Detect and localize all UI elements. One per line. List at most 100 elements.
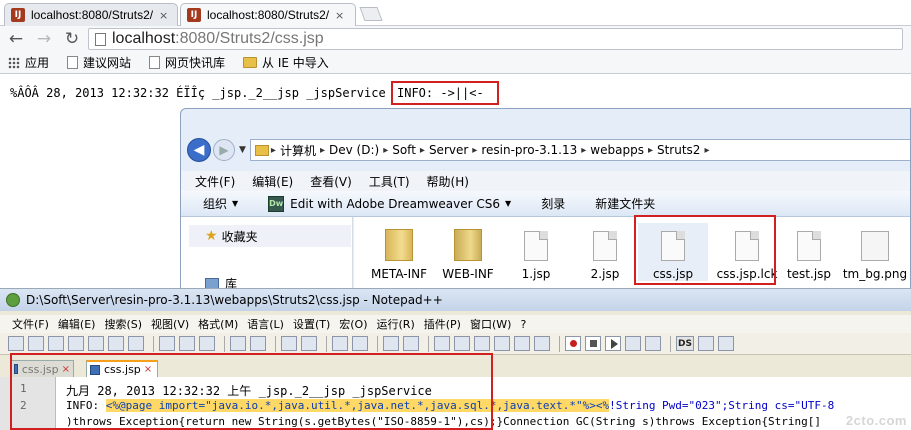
breadcrumb-item[interactable]: Server <box>429 143 468 157</box>
menu-edit[interactable]: 编辑(E) <box>58 316 96 332</box>
menu-edit[interactable]: 编辑(E) <box>252 173 293 190</box>
breadcrumb-item[interactable]: Soft <box>392 143 416 157</box>
menu-help[interactable]: ? <box>520 318 526 331</box>
explorer-back-button[interactable]: ◀ <box>187 138 211 162</box>
bookmark-label: 建议网站 <box>83 56 132 70</box>
file-item[interactable]: tm_bg.png <box>838 223 910 281</box>
new-file-icon[interactable] <box>8 336 24 351</box>
explorer-address-row: ◀ ▶ ▼ ▸ 计算机 ▸ Dev (D:) ▸ Soft ▸ Server ▸ res… <box>187 137 910 163</box>
breadcrumb-item[interactable]: resin-pro-3.1.13 <box>481 143 577 157</box>
bookmark-import-from-ie[interactable]: 从 IE 中导入 <box>243 54 329 71</box>
file-item[interactable]: WEB-INF <box>433 223 503 281</box>
menu-window[interactable]: 窗口(W) <box>470 316 511 332</box>
star-icon: ★ <box>205 228 218 244</box>
copy-icon[interactable] <box>179 336 195 351</box>
bookmark-web-slice-gallery[interactable]: 网页快讯库 <box>149 54 225 71</box>
bookmark-apps[interactable]: 应用 <box>8 54 49 71</box>
menu-tools[interactable]: 工具(T) <box>369 173 410 190</box>
play-macro-icon[interactable] <box>605 336 621 351</box>
new-folder-button[interactable]: 新建文件夹 <box>595 195 655 212</box>
ds-plugin-icon[interactable]: DS <box>676 336 694 351</box>
organize-button[interactable]: 组织 ▼ <box>203 195 238 212</box>
undo-icon[interactable] <box>230 336 246 351</box>
menu-run[interactable]: 运行(R) <box>377 316 415 332</box>
run-macro-multiple-icon[interactable] <box>625 336 641 351</box>
menu-language[interactable]: 语言(L) <box>247 316 284 332</box>
toolbar-separator <box>428 335 429 352</box>
paste-icon[interactable] <box>199 336 215 351</box>
word-wrap-icon[interactable] <box>434 336 450 351</box>
forward-button[interactable]: → <box>32 29 56 49</box>
chevron-down-icon: ▼ <box>505 199 512 208</box>
window-title: D:\Soft\Server\resin-pro-3.1.13\webapps\… <box>26 293 443 307</box>
replace-icon[interactable] <box>301 336 317 351</box>
files-highlight-box <box>634 215 776 285</box>
doc-map-icon[interactable] <box>514 336 530 351</box>
menu-plugins[interactable]: 插件(P) <box>424 316 461 332</box>
breadcrumb-item[interactable]: webapps <box>590 143 644 157</box>
edit-with-dreamweaver-button[interactable]: Dw Edit with Adobe Dreamweaver CS6 ▼ <box>268 195 512 212</box>
save-all-icon[interactable] <box>68 336 84 351</box>
plugin-icon[interactable] <box>698 336 714 351</box>
sync-scroll-icon[interactable] <box>383 336 399 351</box>
tab-close-icon[interactable]: × <box>335 9 344 22</box>
menu-settings[interactable]: 设置(T) <box>293 316 330 332</box>
menu-format[interactable]: 格式(M) <box>198 316 238 332</box>
file-item[interactable]: META-INF <box>364 223 434 281</box>
menu-search[interactable]: 搜索(S) <box>104 316 142 332</box>
address-bar[interactable]: localhost:8080/Struts2/css.jsp <box>88 28 903 50</box>
url-host: localhost <box>112 30 176 47</box>
save-icon[interactable] <box>48 336 64 351</box>
bookmark-suggested-sites[interactable]: 建议网站 <box>67 54 131 71</box>
intellij-favicon-icon: IJ <box>11 8 25 22</box>
new-tab-button[interactable] <box>359 7 383 21</box>
menu-view[interactable]: 查看(V) <box>310 173 352 190</box>
menu-file[interactable]: 文件(F) <box>12 316 49 332</box>
find-icon[interactable] <box>281 336 297 351</box>
menu-file[interactable]: 文件(F) <box>195 173 235 190</box>
file-name: tm_bg.png <box>842 267 908 281</box>
menu-help[interactable]: 帮助(H) <box>427 173 469 190</box>
indent-guide-icon[interactable] <box>474 336 490 351</box>
zoom-out-icon[interactable] <box>352 336 368 351</box>
bookmarks-bar: 应用 建议网站 网页快讯库 从 IE 中导入 <box>0 52 911 74</box>
page-icon <box>149 56 161 69</box>
save-macro-icon[interactable] <box>645 336 661 351</box>
recent-pages-chevron-icon[interactable]: ▼ <box>239 145 246 155</box>
redo-icon[interactable] <box>250 336 266 351</box>
record-macro-icon[interactable] <box>565 336 581 351</box>
explorer-forward-button[interactable]: ▶ <box>213 139 235 161</box>
page-output-line: %ÂÔÂ 28, 2013 12:32:32 ÉÏÎç _jsp._2__jsp… <box>10 81 499 105</box>
cut-icon[interactable] <box>159 336 175 351</box>
breadcrumb-item[interactable]: Dev (D:) <box>329 143 379 157</box>
close-all-icon[interactable] <box>108 336 124 351</box>
file-item[interactable]: test.jsp <box>774 223 844 281</box>
nav-favorites[interactable]: ★ 收藏夹 <box>189 225 351 247</box>
bookmark-label: 从 IE 中导入 <box>262 56 329 70</box>
explorer-breadcrumb[interactable]: ▸ 计算机 ▸ Dev (D:) ▸ Soft ▸ Server ▸ resin-pro… <box>249 139 910 161</box>
stop-recording-icon[interactable] <box>585 336 601 351</box>
menu-macro[interactable]: 宏(O) <box>339 316 367 332</box>
function-list-icon[interactable] <box>534 336 550 351</box>
open-file-icon[interactable] <box>28 336 44 351</box>
folder-icon <box>385 229 413 261</box>
breadcrumb-item[interactable]: 计算机 <box>280 142 316 159</box>
close-file-icon[interactable] <box>88 336 104 351</box>
spell-check-icon[interactable] <box>718 336 734 351</box>
show-all-chars-icon[interactable] <box>454 336 470 351</box>
menu-view[interactable]: 视图(V) <box>151 316 189 332</box>
file-item[interactable]: 1.jsp <box>501 223 571 281</box>
browser-tab-1[interactable]: IJ localhost:8080/Struts2/c × <box>4 3 178 26</box>
print-icon[interactable] <box>128 336 144 351</box>
breadcrumb-item[interactable]: Struts2 <box>657 143 700 157</box>
tab-title: localhost:8080/Struts2/c <box>31 8 153 22</box>
browser-tab-2[interactable]: IJ localhost:8080/Struts2/c × <box>180 3 356 26</box>
burn-button[interactable]: 刻录 <box>541 195 565 212</box>
back-button[interactable]: ← <box>4 29 28 49</box>
file-item[interactable]: 2.jsp <box>570 223 640 281</box>
tab-close-icon[interactable]: × <box>159 9 168 22</box>
zoom-in-icon[interactable] <box>332 336 348 351</box>
user-language-icon[interactable] <box>494 336 510 351</box>
reload-button[interactable]: ↻ <box>60 29 84 49</box>
sync-horizontal-icon[interactable] <box>403 336 419 351</box>
